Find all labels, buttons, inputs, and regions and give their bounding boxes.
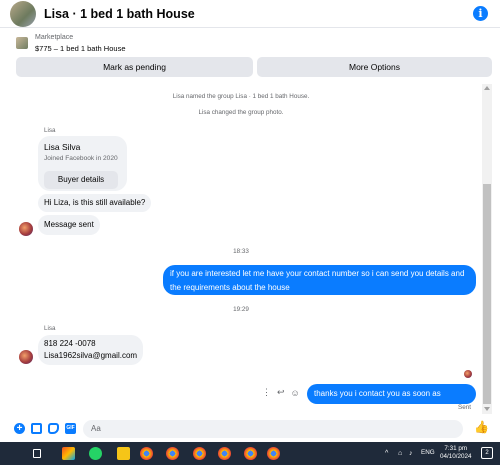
clock-date: 04/10/2024 (440, 453, 472, 460)
outgoing-message[interactable]: if you are interested let me have your c… (163, 265, 476, 295)
clock-time: 7:31 pm (444, 445, 468, 452)
messenger-window: Lisa · 1 bed 1 bath House i Marketplace … (0, 0, 500, 465)
react-icon[interactable]: ☺ (291, 388, 300, 398)
scrollbar[interactable] (482, 84, 492, 414)
profile-card: Lisa Silva Joined Facebook in 2020 Buyer… (38, 136, 127, 191)
plus-icon[interactable]: + (14, 423, 25, 434)
outgoing-message[interactable]: thanks you i contact you as soon as poss… (307, 384, 476, 412)
listing-title[interactable]: $775 – 1 bed 1 bath House (35, 44, 126, 53)
chrome-icon[interactable] (193, 447, 206, 460)
scroll-down-icon[interactable] (484, 407, 490, 411)
file-explorer-icon[interactable] (117, 447, 130, 460)
taskbar: ^ ⌂ ♪ ENG 7:31 pm 04/10/2024 2 (0, 442, 500, 465)
system-message: Lisa named the group Lisa · 1 bed 1 bath… (172, 93, 310, 100)
scrollbar-thumb[interactable] (483, 184, 491, 404)
phone-number: 818 224 -0078 (44, 339, 96, 348)
chrome-icon[interactable] (140, 447, 153, 460)
language-indicator[interactable]: ENG (421, 449, 435, 456)
timestamp: 18:33 (233, 248, 249, 255)
message-input[interactable]: Aa (83, 420, 463, 438)
marketplace-label: Marketplace (35, 34, 74, 41)
widgets-icon[interactable] (62, 447, 75, 460)
email-address: Lisa1962silva@gmail.com (44, 351, 138, 360)
message-bubble[interactable]: 818 224 -0078 Lisa1962silva@gmail.com (38, 335, 144, 365)
more-icon[interactable]: ⋮ (262, 387, 271, 398)
message-actions: ⋮ ↩ ☺ (262, 387, 300, 398)
message-line: the requirements about the house (170, 283, 290, 292)
sticker-icon[interactable] (48, 423, 59, 434)
sender-avatar[interactable] (19, 350, 33, 364)
sender-name: Lisa (44, 325, 56, 332)
like-icon[interactable]: 👍 (474, 420, 489, 434)
read-receipt-avatar (464, 370, 472, 378)
chat-header: Lisa · 1 bed 1 bath House i (0, 0, 500, 28)
clock[interactable]: 7:31 pm 04/10/2024 (440, 445, 472, 461)
chrome-icon[interactable] (218, 447, 231, 460)
info-icon[interactable]: i (473, 6, 488, 21)
task-view-icon[interactable] (33, 449, 41, 458)
image-icon[interactable] (31, 423, 42, 434)
profile-joined: Joined Facebook in 2020 (44, 155, 118, 162)
reply-icon[interactable]: ↩ (277, 387, 285, 398)
profile-name[interactable]: Lisa Silva (44, 141, 121, 153)
message-bubble[interactable]: Hi Liza, is this still available? (38, 194, 152, 212)
system-message: Lisa changed the group photo. (198, 109, 284, 116)
message-status: Sent (458, 404, 471, 411)
marketplace-bar: Marketplace $775 – 1 bed 1 bath House Ma… (0, 29, 500, 81)
volume-icon[interactable]: ♪ (409, 450, 413, 457)
chrome-icon[interactable] (267, 447, 280, 460)
group-avatar[interactable] (10, 0, 36, 27)
network-icon[interactable]: ⌂ (398, 450, 402, 457)
sender-avatar[interactable] (19, 222, 33, 236)
composer: + GIF Aa 👍 (0, 417, 500, 441)
notification-icon[interactable]: 2 (481, 447, 493, 459)
message-bubble[interactable]: Message sent (38, 215, 100, 235)
chat-title[interactable]: Lisa · 1 bed 1 bath House (44, 7, 195, 21)
chrome-icon[interactable] (244, 447, 257, 460)
listing-thumbnail[interactable] (16, 37, 28, 49)
message-line: if you are interested let me have your c… (170, 269, 465, 278)
gif-icon[interactable]: GIF (65, 423, 76, 434)
scroll-up-icon[interactable] (484, 86, 490, 90)
chevron-up-icon[interactable]: ^ (385, 450, 388, 457)
buyer-details-button[interactable]: Buyer details (44, 171, 118, 189)
more-options-button[interactable]: More Options (257, 57, 492, 77)
chrome-icon[interactable] (166, 447, 179, 460)
sender-name: Lisa (44, 127, 56, 134)
whatsapp-icon[interactable] (89, 447, 102, 460)
mark-as-pending-button[interactable]: Mark as pending (16, 57, 253, 77)
conversation-area[interactable]: Lisa named the group Lisa · 1 bed 1 bath… (0, 84, 482, 414)
timestamp: 19:29 (233, 306, 249, 313)
